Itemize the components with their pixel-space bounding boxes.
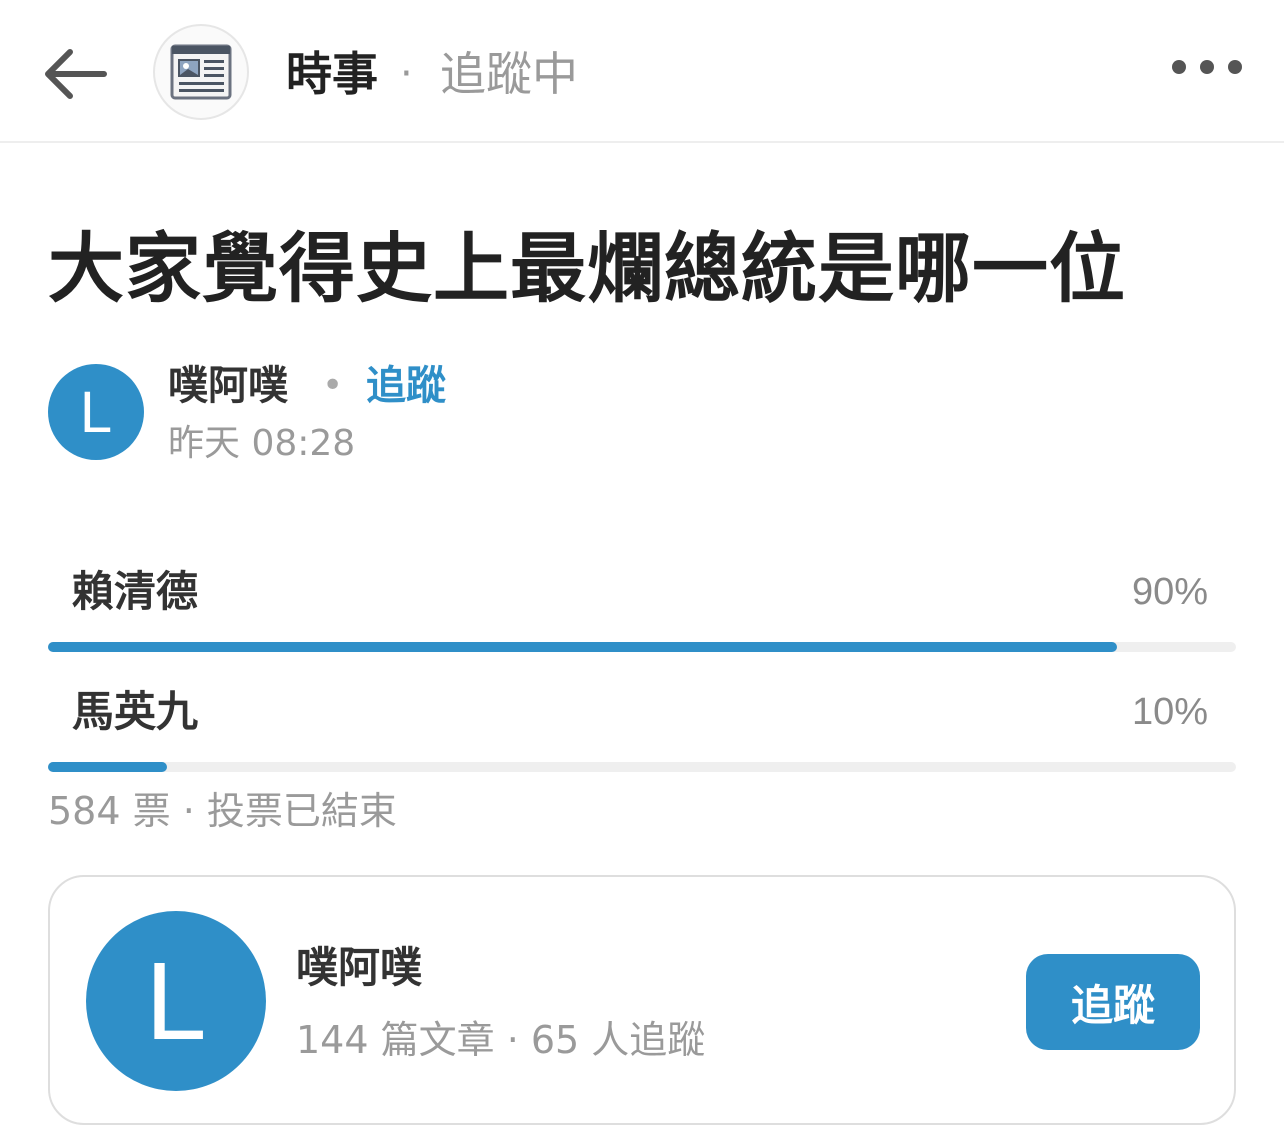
- follow-status[interactable]: 追蹤中: [440, 44, 578, 104]
- forum-name[interactable]: 時事: [286, 44, 378, 104]
- card-author-name[interactable]: 噗阿噗: [296, 939, 422, 997]
- arrow-left-icon: [45, 49, 107, 99]
- top-bar: 時事 · 追蹤中: [0, 0, 1284, 143]
- author-follow-link[interactable]: 追蹤: [366, 358, 446, 414]
- author-name[interactable]: 噗阿噗: [168, 358, 288, 414]
- poll-bar-track: [48, 762, 1236, 772]
- poll-option-label: 賴清德: [72, 567, 199, 616]
- poll-meta: 584 票 · 投票已結束: [48, 789, 397, 833]
- forum-avatar[interactable]: [153, 24, 249, 120]
- more-options-button[interactable]: [1172, 50, 1242, 84]
- poll-bar-fill: [48, 762, 167, 772]
- poll-option[interactable]: 賴清德 90%: [48, 562, 1236, 672]
- poll-option[interactable]: 馬英九 10%: [48, 682, 1236, 792]
- author-avatar[interactable]: L: [48, 364, 144, 460]
- more-horizontal-icon: [1228, 60, 1242, 74]
- back-button[interactable]: [40, 44, 110, 104]
- poll-option-percent: 10%: [1131, 691, 1208, 733]
- poll-bar-track: [48, 642, 1236, 652]
- card-avatar[interactable]: L: [86, 911, 266, 1091]
- poll-option-label: 馬英九: [72, 687, 199, 736]
- header-separator: ·: [400, 51, 413, 97]
- author-card[interactable]: L 噗阿噗 144 篇文章 · 65 人追蹤 追蹤: [48, 875, 1236, 1125]
- more-horizontal-icon: [1200, 60, 1214, 74]
- newspaper-icon: [170, 44, 232, 100]
- more-horizontal-icon: [1172, 60, 1186, 74]
- poll-option-percent: 90%: [1131, 571, 1208, 613]
- card-author-stats: 144 篇文章 · 65 人追蹤: [296, 1018, 706, 1062]
- follow-button[interactable]: 追蹤: [1026, 954, 1200, 1050]
- post-title: 大家覺得史上最爛總統是哪一位: [48, 224, 1126, 313]
- post-time: 昨天 08:28: [168, 423, 356, 464]
- author-separator: •: [322, 365, 344, 406]
- poll-bar-fill: [48, 642, 1118, 652]
